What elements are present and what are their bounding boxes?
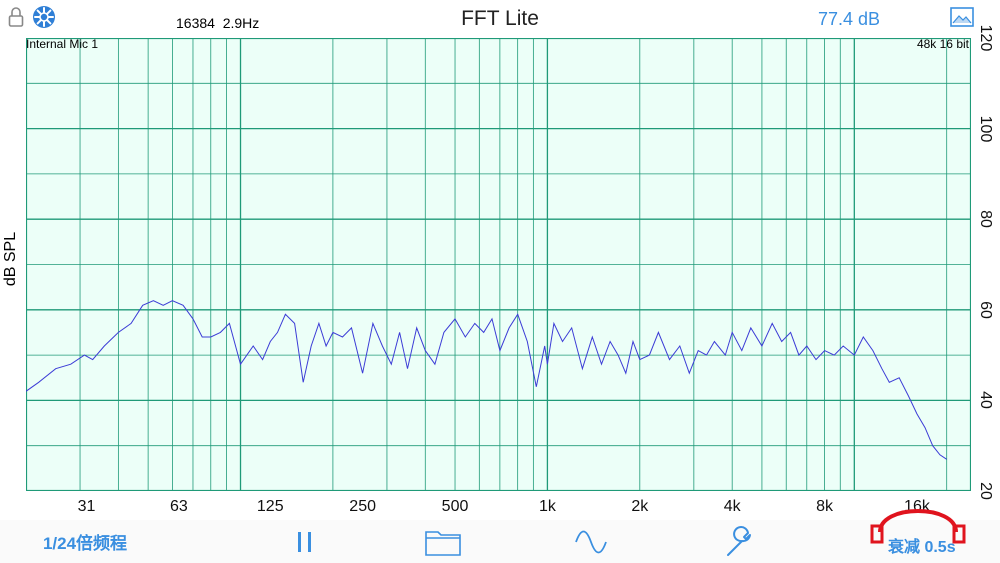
y-tick-label: 100	[977, 115, 994, 142]
resolution-button[interactable]: 1/24倍频程	[20, 520, 150, 563]
x-tick-label: 2k	[631, 498, 649, 515]
y-tick-label: 40	[977, 391, 994, 410]
y-axis-label: dB SPL	[2, 231, 20, 287]
spectrum-chart	[26, 38, 971, 491]
headphones-icon	[870, 509, 966, 544]
sine-wave-icon	[575, 530, 607, 553]
x-tick-label: 8k	[816, 498, 834, 515]
waveform-button[interactable]	[566, 520, 616, 563]
x-tick-label: 125	[256, 498, 284, 515]
x-tick-label: 31	[77, 498, 96, 515]
x-tick-label: 4k	[723, 498, 741, 515]
pause-button[interactable]	[280, 520, 330, 563]
spectrum-trace	[26, 300, 947, 460]
y-tick-label: 60	[977, 300, 994, 319]
wrench-icon	[727, 525, 751, 556]
sample-format-label: 48k 16 bit	[916, 37, 969, 51]
image-icon[interactable]	[950, 7, 974, 27]
x-tick-label: 250	[349, 498, 376, 515]
y-tick-label: 20	[977, 482, 994, 500]
x-tick-label: 1k	[538, 498, 556, 515]
pause-icon	[298, 531, 311, 552]
top-bar: 16384 2.9Hz FFT Lite 77.4 dB	[0, 0, 1000, 34]
settings-button[interactable]	[714, 520, 764, 563]
x-tick-label: 63	[170, 498, 188, 515]
input-device-label: Internal Mic 1	[26, 37, 99, 51]
spectrum-plot[interactable]	[26, 38, 971, 491]
resolution-label: 1/24倍频程	[42, 534, 128, 553]
y-tick-label: 120	[977, 24, 994, 52]
y-tick-label: 80	[977, 210, 994, 229]
folder-icon	[425, 530, 461, 556]
folder-button[interactable]	[418, 520, 468, 563]
bottom-toolbar: 1/24倍频程 衰减 0.5s	[0, 520, 1000, 563]
x-tick-label: 500	[441, 498, 469, 515]
level-readout: 77.4 dB	[817, 9, 880, 29]
